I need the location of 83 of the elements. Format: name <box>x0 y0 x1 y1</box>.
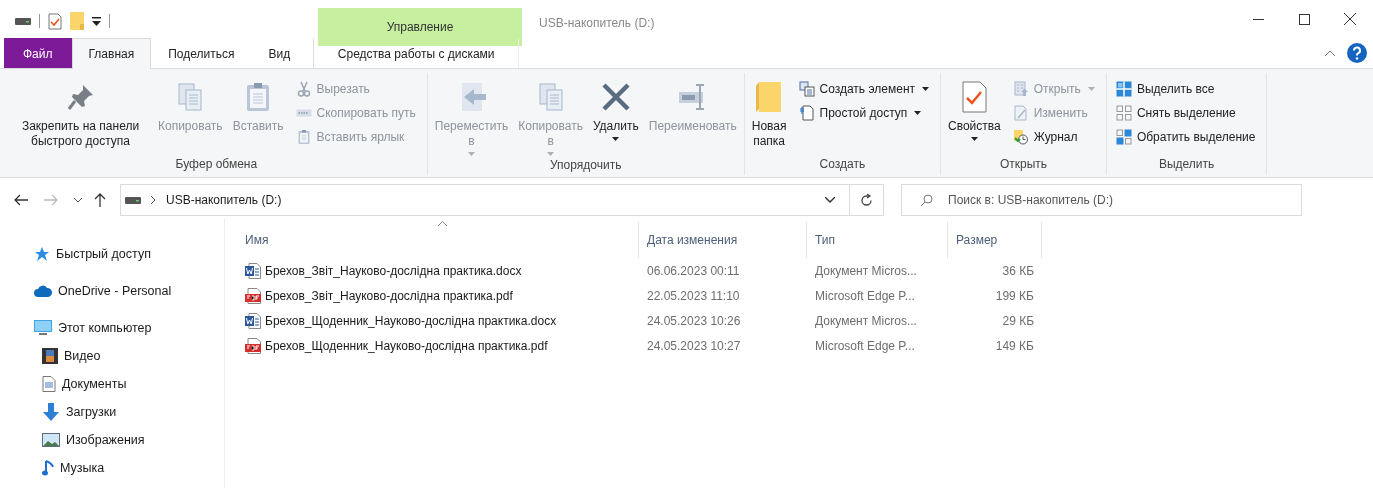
address-path[interactable]: USB-накопитель (D:) <box>166 193 282 207</box>
file-name[interactable]: Брехов_Звіт_Науково-дослідна практика.docx <box>265 263 522 278</box>
properties-icon[interactable] <box>48 12 62 30</box>
sidebar-item[interactable]: Музыка <box>0 454 224 482</box>
file-name[interactable]: Брехов_Щоденник_Науково-дослідна практика.docx <box>265 313 557 328</box>
download-arrow-icon <box>42 403 60 421</box>
ribbon-group-label: Создать <box>818 157 867 173</box>
sidebar-item[interactable]: Загрузки <box>0 398 224 426</box>
modified-date: 22.05.2023 11:10 <box>646 288 741 303</box>
maximize-icon <box>1298 13 1310 25</box>
sidebar-item[interactable]: Видео <box>0 342 224 370</box>
file-type: Документ Micros... <box>814 263 918 278</box>
ribbon-group-label: Упорядочить <box>549 158 623 174</box>
ribbon-tab[interactable]: Файл <box>4 38 72 68</box>
film-icon <box>42 348 58 364</box>
delete-icon <box>599 81 632 113</box>
star-icon <box>34 246 50 262</box>
column-header[interactable]: Размер <box>948 222 1042 258</box>
collapse-ribbon-icon[interactable] <box>1325 50 1335 56</box>
file-name[interactable]: Брехов_Звіт_Науково-дослідна практика.pdf <box>265 288 513 303</box>
ribbon-tab[interactable]: Поделиться <box>151 38 252 68</box>
sidebar-item[interactable]: Этот компьютер <box>0 314 224 342</box>
edit-icon <box>1012 105 1029 121</box>
ribbon-group-label: Открыть <box>998 157 1048 173</box>
sidebar-item[interactable]: Документы <box>0 370 224 398</box>
ribbon-tab[interactable]: Средства работы с дисками <box>313 38 520 68</box>
ribbon-tab[interactable]: Главная <box>71 38 152 69</box>
address-bar[interactable]: USB-накопитель (D:) <box>120 184 850 216</box>
image-icon <box>42 433 60 447</box>
modified-date: 24.05.2023 10:26 <box>646 313 742 328</box>
breadcrumb-chevron-icon <box>151 196 156 204</box>
drive-icon[interactable] <box>15 16 31 26</box>
ribbon-group-label: Буфер обмена <box>174 157 259 173</box>
ribbon-button[interactable]: Закрепить на панели быстрого доступа <box>9 73 152 151</box>
file-type: Microsoft Edge P... <box>814 338 916 353</box>
customize-dropdown-icon[interactable] <box>92 16 101 26</box>
minimize-icon <box>1252 18 1264 20</box>
ribbon-small-button[interactable]: Простой доступ <box>794 103 934 123</box>
recent-locations-chevron-icon[interactable] <box>74 197 82 203</box>
address-dropdown-icon[interactable] <box>825 197 835 203</box>
ribbon-small-button[interactable]: Снять выделение <box>1111 103 1260 123</box>
column-header[interactable]: Дата изменения <box>639 222 807 258</box>
search-field[interactable]: Поиск в: USB-накопитель (D:) <box>901 184 1302 216</box>
help-icon[interactable] <box>1347 43 1367 63</box>
sidebar-item[interactable]: Изображения <box>0 426 224 454</box>
ribbon-small-button[interactable]: Обратить выделение <box>1111 127 1260 147</box>
modified-date: 06.06.2023 00:11 <box>646 263 741 278</box>
sidebar-item[interactable]: OneDrive - Personal <box>0 277 224 305</box>
refresh-icon <box>860 193 873 207</box>
file-size: 29 КБ <box>1001 313 1035 328</box>
context-tab-group: Управление <box>386 20 454 34</box>
up-arrow-icon[interactable] <box>94 193 106 207</box>
ribbon-small-button[interactable]: Создать элемент <box>794 79 934 99</box>
file-size: 199 КБ <box>994 288 1035 303</box>
close-icon <box>1344 13 1356 25</box>
modified-date: 24.05.2023 10:27 <box>646 338 742 353</box>
music-note-icon <box>42 459 54 477</box>
ribbon-button[interactable]: Удалить <box>588 73 643 143</box>
refresh-button[interactable] <box>850 184 884 216</box>
ribbon-tab[interactable]: Вид <box>251 38 308 68</box>
ribbon-small-button[interactable]: Журнал <box>1008 127 1099 147</box>
cloud-icon <box>34 285 52 297</box>
file-size: 36 КБ <box>1001 263 1035 278</box>
ribbon-button[interactable]: Новая папка <box>747 73 791 151</box>
sort-ascending-icon <box>437 221 447 226</box>
ribbon-small-button[interactable]: Выделить все <box>1111 79 1260 99</box>
sidebar-item[interactable]: Быстрый доступ <box>0 240 224 268</box>
history-icon <box>1012 129 1029 145</box>
file-type: Документ Micros... <box>814 313 918 328</box>
ribbon-group-label: Выделить <box>1157 157 1216 173</box>
column-header[interactable]: Имя <box>237 222 639 258</box>
column-header[interactable]: Тип <box>807 222 948 258</box>
cut-icon <box>295 81 312 97</box>
drive-icon <box>125 196 141 204</box>
file-type: Microsoft Edge P... <box>814 288 916 303</box>
file-size: 149 КБ <box>994 338 1035 353</box>
file-name[interactable]: Брехов_Щоденник_Науково-дослідна практика.pdf <box>265 338 548 353</box>
search-icon <box>920 194 933 207</box>
ribbon-button[interactable]: Свойства <box>944 73 1005 143</box>
window-title: USB-накопитель (D:) <box>539 16 655 30</box>
document-icon <box>42 376 56 392</box>
back-arrow-icon[interactable] <box>14 194 28 206</box>
monitor-icon <box>34 320 52 336</box>
